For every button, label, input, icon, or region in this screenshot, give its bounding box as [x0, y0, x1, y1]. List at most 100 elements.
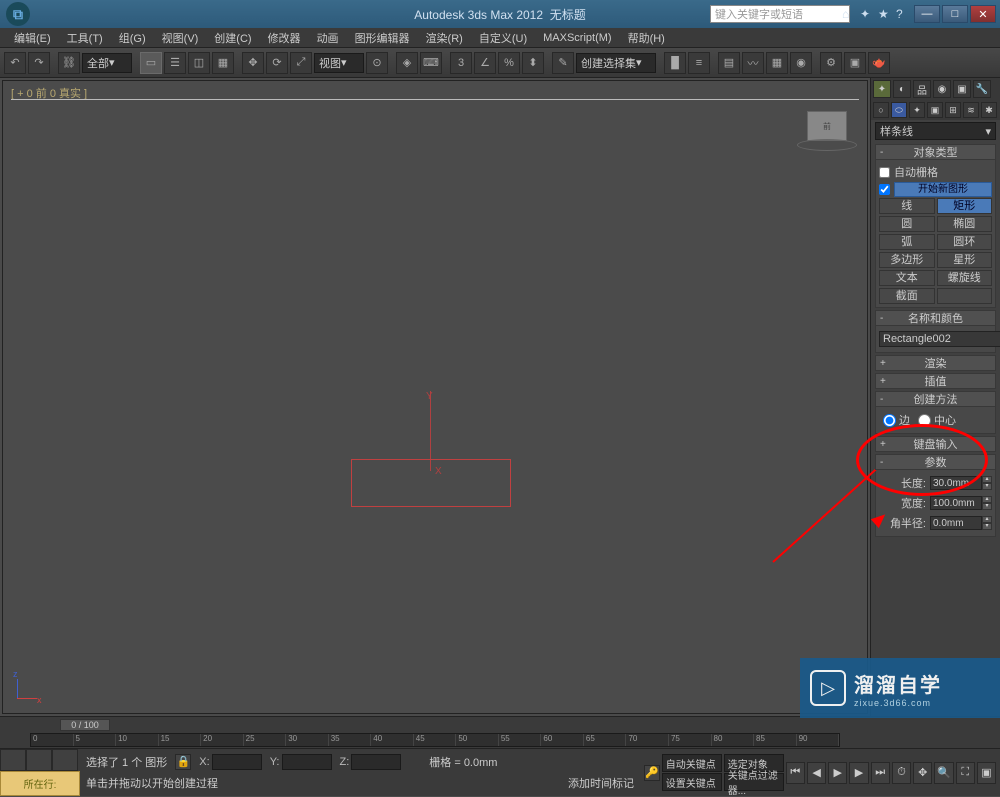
shape-arc-button[interactable]: 弧 — [879, 234, 935, 250]
shape-ngon-button[interactable]: 多边形 — [879, 252, 935, 268]
angle-snap-button[interactable]: ∠ — [474, 52, 496, 74]
named-sel-dropdown[interactable]: 创建选择集 ▾ — [576, 53, 656, 73]
min-max-toggle-button[interactable]: ▣ — [977, 762, 996, 784]
qat-icon[interactable]: ⌂ — [842, 7, 856, 21]
align-button[interactable]: ≡ — [688, 52, 710, 74]
set-key-button[interactable]: 设置关键点 — [662, 773, 722, 791]
zoom-button[interactable]: 🔍 — [934, 762, 953, 784]
auto-grid-checkbox[interactable] — [879, 167, 890, 178]
selection-lock-button[interactable]: 🔒 — [175, 754, 191, 770]
key-filter-sel-dropdown[interactable]: 选定对象 — [724, 754, 784, 772]
close-button[interactable]: ✕ — [970, 5, 996, 23]
material-editor-button[interactable]: ◉ — [790, 52, 812, 74]
move-button[interactable]: ✥ — [242, 52, 264, 74]
motion-tab[interactable]: ◉ — [933, 80, 951, 98]
cameras-cat[interactable]: ▣ — [927, 102, 943, 118]
select-region-button[interactable]: ◫ — [188, 52, 210, 74]
time-slider[interactable]: 0 / 100 — [60, 719, 110, 731]
zoom-extents-button[interactable]: ⛶ — [956, 762, 975, 784]
length-up[interactable]: ▴ — [982, 476, 992, 483]
menu-animation[interactable]: 动画 — [309, 30, 347, 46]
selection-filter-dropdown[interactable]: 全部 ▾ — [82, 53, 132, 73]
help-search-input[interactable]: 键入关键字或短语 — [710, 5, 850, 23]
window-crossing-button[interactable]: ▦ — [212, 52, 234, 74]
shape-helix-button[interactable]: 螺旋线 — [937, 270, 993, 286]
timeline[interactable]: 0 / 100 05 1015 2025 3035 4045 5055 6065… — [0, 716, 1000, 748]
auto-key-button[interactable]: 自动关键点 — [662, 754, 722, 772]
prev-frame-button[interactable]: ◀ — [807, 762, 826, 784]
shapes-cat[interactable]: ⬭ — [891, 102, 907, 118]
menu-edit[interactable]: 编辑(E) — [6, 30, 59, 46]
maximize-button[interactable]: □ — [942, 5, 968, 23]
start-new-shape-button[interactable]: 开始新图形 — [894, 182, 992, 197]
menu-group[interactable]: 组(G) — [111, 30, 154, 46]
qat-icon[interactable]: ✦ — [860, 7, 874, 21]
redo-button[interactable]: ↷ — [28, 52, 50, 74]
length-spinner[interactable]: 30.0mm — [930, 476, 982, 490]
creation-method-rollout-header[interactable]: -创建方法 — [875, 391, 996, 407]
shape-section-button[interactable]: 截面 — [879, 288, 935, 304]
hierarchy-tab[interactable]: 品 — [913, 80, 931, 98]
pan-view-button[interactable]: ✥ — [913, 762, 932, 784]
x-coord-input[interactable] — [212, 754, 262, 770]
edge-radio[interactable]: 边 — [883, 412, 910, 428]
render-frame-button[interactable]: ▣ — [844, 52, 866, 74]
qat-icon[interactable]: ? — [896, 7, 910, 21]
helpers-cat[interactable]: ⊞ — [945, 102, 961, 118]
menu-views[interactable]: 视图(V) — [154, 30, 207, 46]
object-name-input[interactable] — [879, 331, 1000, 347]
schematic-button[interactable]: ▦ — [766, 52, 788, 74]
viewcube-ring[interactable] — [797, 139, 857, 151]
ref-coord-dropdown[interactable]: 视图 ▾ — [314, 53, 364, 73]
rectangle-shape[interactable] — [351, 459, 511, 507]
percent-snap-button[interactable]: % — [498, 52, 520, 74]
width-up[interactable]: ▴ — [982, 496, 992, 503]
minimize-button[interactable]: — — [914, 5, 940, 23]
shape-rectangle-button[interactable]: 矩形 — [937, 198, 993, 214]
menu-rendering[interactable]: 渲染(R) — [418, 30, 471, 46]
z-coord-input[interactable] — [351, 754, 401, 770]
render-setup-button[interactable]: ⚙ — [820, 52, 842, 74]
name-color-rollout-header[interactable]: -名称和颜色 — [875, 310, 996, 326]
layers-button[interactable]: ▤ — [718, 52, 740, 74]
menu-create[interactable]: 创建(C) — [206, 30, 259, 46]
prompt-line-button[interactable]: 所在行: — [0, 771, 80, 796]
radius-down[interactable]: ▾ — [982, 523, 992, 530]
link-button[interactable]: ⛓ — [58, 52, 80, 74]
width-down[interactable]: ▾ — [982, 503, 992, 510]
keyboard-shortcut-button[interactable]: ⌨ — [420, 52, 442, 74]
select-button[interactable]: ▭ — [140, 52, 162, 74]
spinner-snap-button[interactable]: ⬍ — [522, 52, 544, 74]
curve-editor-button[interactable]: 〰 — [742, 52, 764, 74]
render-rollout-header[interactable]: +渲染 — [875, 355, 996, 371]
mirror-button[interactable]: ▐▌ — [664, 52, 686, 74]
manipulate-button[interactable]: ◈ — [396, 52, 418, 74]
key-mode-button[interactable]: 🔑 — [644, 765, 660, 781]
parameters-rollout-header[interactable]: -参数 — [875, 454, 996, 470]
systems-cat[interactable]: ✱ — [981, 102, 997, 118]
undo-button[interactable]: ↶ — [4, 52, 26, 74]
key-filters-button[interactable]: 关键点过滤器... — [724, 773, 784, 791]
y-coord-input[interactable] — [282, 754, 332, 770]
radius-up[interactable]: ▴ — [982, 516, 992, 523]
center-radio[interactable]: 中心 — [918, 412, 956, 428]
menu-modifiers[interactable]: 修改器 — [260, 30, 309, 46]
display-tab[interactable]: ▣ — [953, 80, 971, 98]
viewport-front[interactable]: [ + 0 前 0 真实 ] 前 Y X zx — [2, 80, 868, 714]
shape-line-button[interactable]: 线 — [879, 198, 935, 214]
modify-tab[interactable]: ◐ — [893, 80, 911, 98]
geometry-cat[interactable]: ○ — [873, 102, 889, 118]
play-button[interactable]: ▶ — [828, 762, 847, 784]
next-frame-button[interactable]: ▶ — [849, 762, 868, 784]
edit-named-sel-button[interactable]: ✎ — [552, 52, 574, 74]
shape-text-button[interactable]: 文本 — [879, 270, 935, 286]
shape-star-button[interactable]: 星形 — [937, 252, 993, 268]
snap-toggle-button[interactable]: 3 — [450, 52, 472, 74]
menu-maxscript[interactable]: MAXScript(M) — [535, 32, 619, 44]
width-spinner[interactable]: 100.0mm — [930, 496, 982, 510]
time-config-button[interactable]: ⏱ — [892, 762, 911, 784]
menu-grapheditors[interactable]: 图形编辑器 — [347, 30, 418, 46]
keyboard-entry-rollout-header[interactable]: +键盘输入 — [875, 436, 996, 452]
start-new-shape-checkbox[interactable] — [879, 184, 890, 195]
render-button[interactable]: 🫖 — [868, 52, 890, 74]
